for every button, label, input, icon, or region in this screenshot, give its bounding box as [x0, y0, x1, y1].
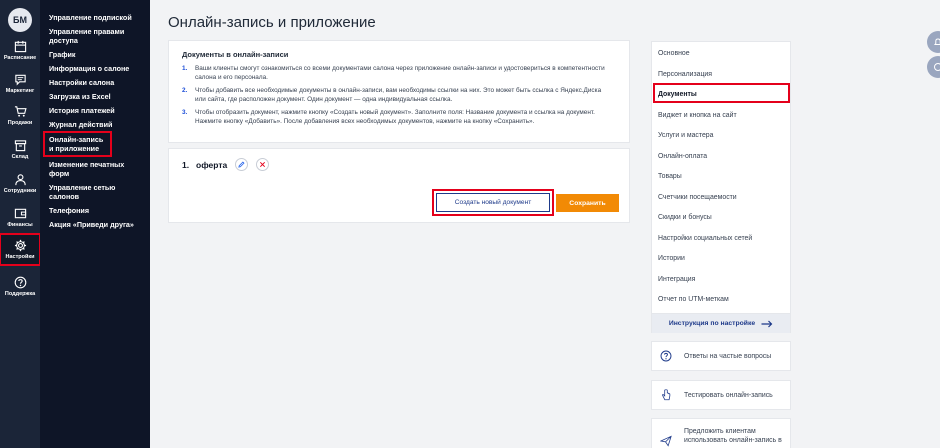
question-icon	[14, 276, 26, 289]
instruction-step: 2. Чтобы добавить все необходимые докуме…	[182, 87, 616, 104]
setup-guide-button[interactable]: Инструкция по настройке	[652, 313, 790, 333]
step-number: 3.	[182, 109, 188, 116]
question-icon	[660, 350, 672, 362]
step-text: Чтобы добавить все необходимые документы…	[195, 87, 602, 103]
edit-document-button[interactable]	[235, 158, 249, 171]
document-name: оферта	[196, 159, 228, 170]
menu-item-social-settings[interactable]: Настройки социальных сетей	[652, 229, 790, 250]
document-number: 1.	[182, 159, 190, 170]
subnav-item-excel-import[interactable]: Загрузка из Excel	[40, 89, 150, 103]
subnav-item-salon-settings[interactable]: Настройки салона	[40, 75, 150, 89]
subnav-item-action-log[interactable]: Журнал действий	[40, 117, 150, 131]
rail-label: Расписание	[3, 55, 37, 61]
wallet-icon	[14, 208, 26, 219]
delete-document-button[interactable]	[256, 158, 270, 171]
menu-item-products[interactable]: Товары	[652, 167, 790, 188]
subnav-item-print-forms[interactable]: Изменение печатных форм	[40, 157, 150, 180]
menu-item-stories[interactable]: Истории	[652, 249, 790, 270]
subnav-item-access-rights[interactable]: Управление правами доступа	[40, 24, 150, 47]
menu-item-online-payment[interactable]: Онлайн-оплата	[652, 147, 790, 168]
rail-label: Финансы	[7, 222, 33, 228]
instruction-step: 3. Чтобы отобразить документ, нажмите кн…	[182, 109, 616, 126]
menu-item-widget[interactable]: Виджет и кнопка на сайт	[652, 106, 790, 127]
step-number: 1.	[182, 65, 188, 72]
subnav-item-telephony[interactable]: Телефония	[40, 203, 150, 217]
rail-item-staff[interactable]: Сотрудники	[0, 173, 40, 205]
menu-item-general[interactable]: Основное	[652, 44, 790, 65]
instruction-step: 1. Ваши клиенты смогут ознакомиться со в…	[182, 65, 616, 82]
menu-item-utm-report[interactable]: Отчет по UTM-меткам	[652, 290, 790, 311]
save-button[interactable]: Сохранить	[556, 194, 619, 212]
test-booking-card[interactable]: Тестировать онлайн-запись	[651, 380, 791, 410]
faq-card[interactable]: Ответы на частые вопросы	[651, 341, 791, 371]
gear-icon	[14, 239, 26, 252]
pencil-icon	[238, 161, 245, 168]
rail-item-marketing[interactable]: Маркетинг	[0, 73, 40, 105]
rail-item-support[interactable]: Поддержка	[0, 276, 40, 308]
faq-label: Ответы на частые вопросы	[684, 352, 772, 360]
person-icon	[14, 174, 26, 186]
notifications-float-button[interactable]	[927, 31, 940, 53]
subnav-item-payment-history[interactable]: История платежей	[40, 103, 150, 117]
document-row: 1. оферта	[182, 158, 616, 171]
rail-label: Сотрудники	[3, 188, 37, 194]
suggest-clients-label: Предложить клиентам использовать онлайн-…	[684, 428, 782, 444]
documents-info-title: Документы в онлайн-записи	[182, 50, 289, 59]
rail-label: Настройки	[5, 254, 35, 260]
subnav-item-salon-network[interactable]: Управление сетью салонов	[40, 180, 150, 203]
paper-plane-icon	[660, 435, 672, 447]
step-number: 2.	[182, 87, 188, 94]
rail-label: Поддержка	[4, 291, 36, 297]
page-title: Онлайн-запись и приложение	[168, 14, 376, 31]
arrow-right-icon	[761, 320, 773, 327]
rail-item-schedule[interactable]: Расписание	[0, 40, 40, 72]
create-document-button[interactable]: Создать новый документ	[436, 193, 550, 212]
menu-item-integration[interactable]: Интеграция	[652, 270, 790, 291]
rail-item-sales[interactable]: Продажи	[0, 105, 40, 137]
subnav-item-refer-friend[interactable]: Акция «Приведи друга»	[40, 217, 150, 231]
pointer-hand-icon	[662, 389, 671, 401]
test-booking-label: Тестировать онлайн-запись	[684, 391, 773, 399]
documents-menu-highlight	[653, 83, 790, 103]
rail-item-settings[interactable]: Настройки	[0, 233, 41, 266]
rail-item-warehouse[interactable]: Склад	[0, 139, 40, 171]
close-icon	[260, 161, 266, 168]
suggest-clients-card[interactable]: Предложить клиентам использовать онлайн-…	[651, 418, 791, 448]
menu-item-discounts[interactable]: Скидки и бонусы	[652, 208, 790, 229]
rail-label: Склад	[11, 154, 29, 160]
menu-item-services-masters[interactable]: Услуги и мастера	[652, 126, 790, 147]
cart-icon	[14, 106, 27, 117]
documents-info-card: Документы в онлайн-записи 1. Ваши клиент…	[168, 40, 630, 143]
step-text: Ваши клиенты смогут ознакомиться со всем…	[195, 65, 605, 81]
chat-icon	[934, 63, 940, 71]
rail-label: Маркетинг	[5, 88, 35, 94]
step-text: Чтобы отобразить документ, нажмите кнопк…	[195, 109, 595, 125]
rail-label: Продажи	[7, 120, 33, 126]
subnav-item-salon-info[interactable]: Информация о салоне	[40, 61, 150, 75]
box-icon	[14, 140, 26, 152]
menu-item-visit-counters[interactable]: Счетчики посещаемости	[652, 188, 790, 209]
subnav-item-schedule[interactable]: График	[40, 47, 150, 61]
menu-item-personalization[interactable]: Персонализация	[652, 65, 790, 86]
help-float-button[interactable]	[927, 56, 940, 78]
calendar-icon	[14, 40, 26, 53]
bell-icon	[933, 38, 940, 45]
chat-icon	[14, 74, 26, 86]
icon-rail: БМ Расписание Маркетинг Продажи Склад Со…	[0, 0, 41, 448]
settings-subnav: Управление подпиской Управление правами …	[40, 0, 150, 448]
setup-guide-label: Инструкция по настройке	[668, 320, 756, 327]
subnav-item-subscription[interactable]: Управление подпиской	[40, 10, 150, 24]
avatar[interactable]: БМ	[8, 8, 32, 32]
subnav-item-online-booking[interactable]: Онлайн-запись и приложение	[43, 131, 112, 157]
